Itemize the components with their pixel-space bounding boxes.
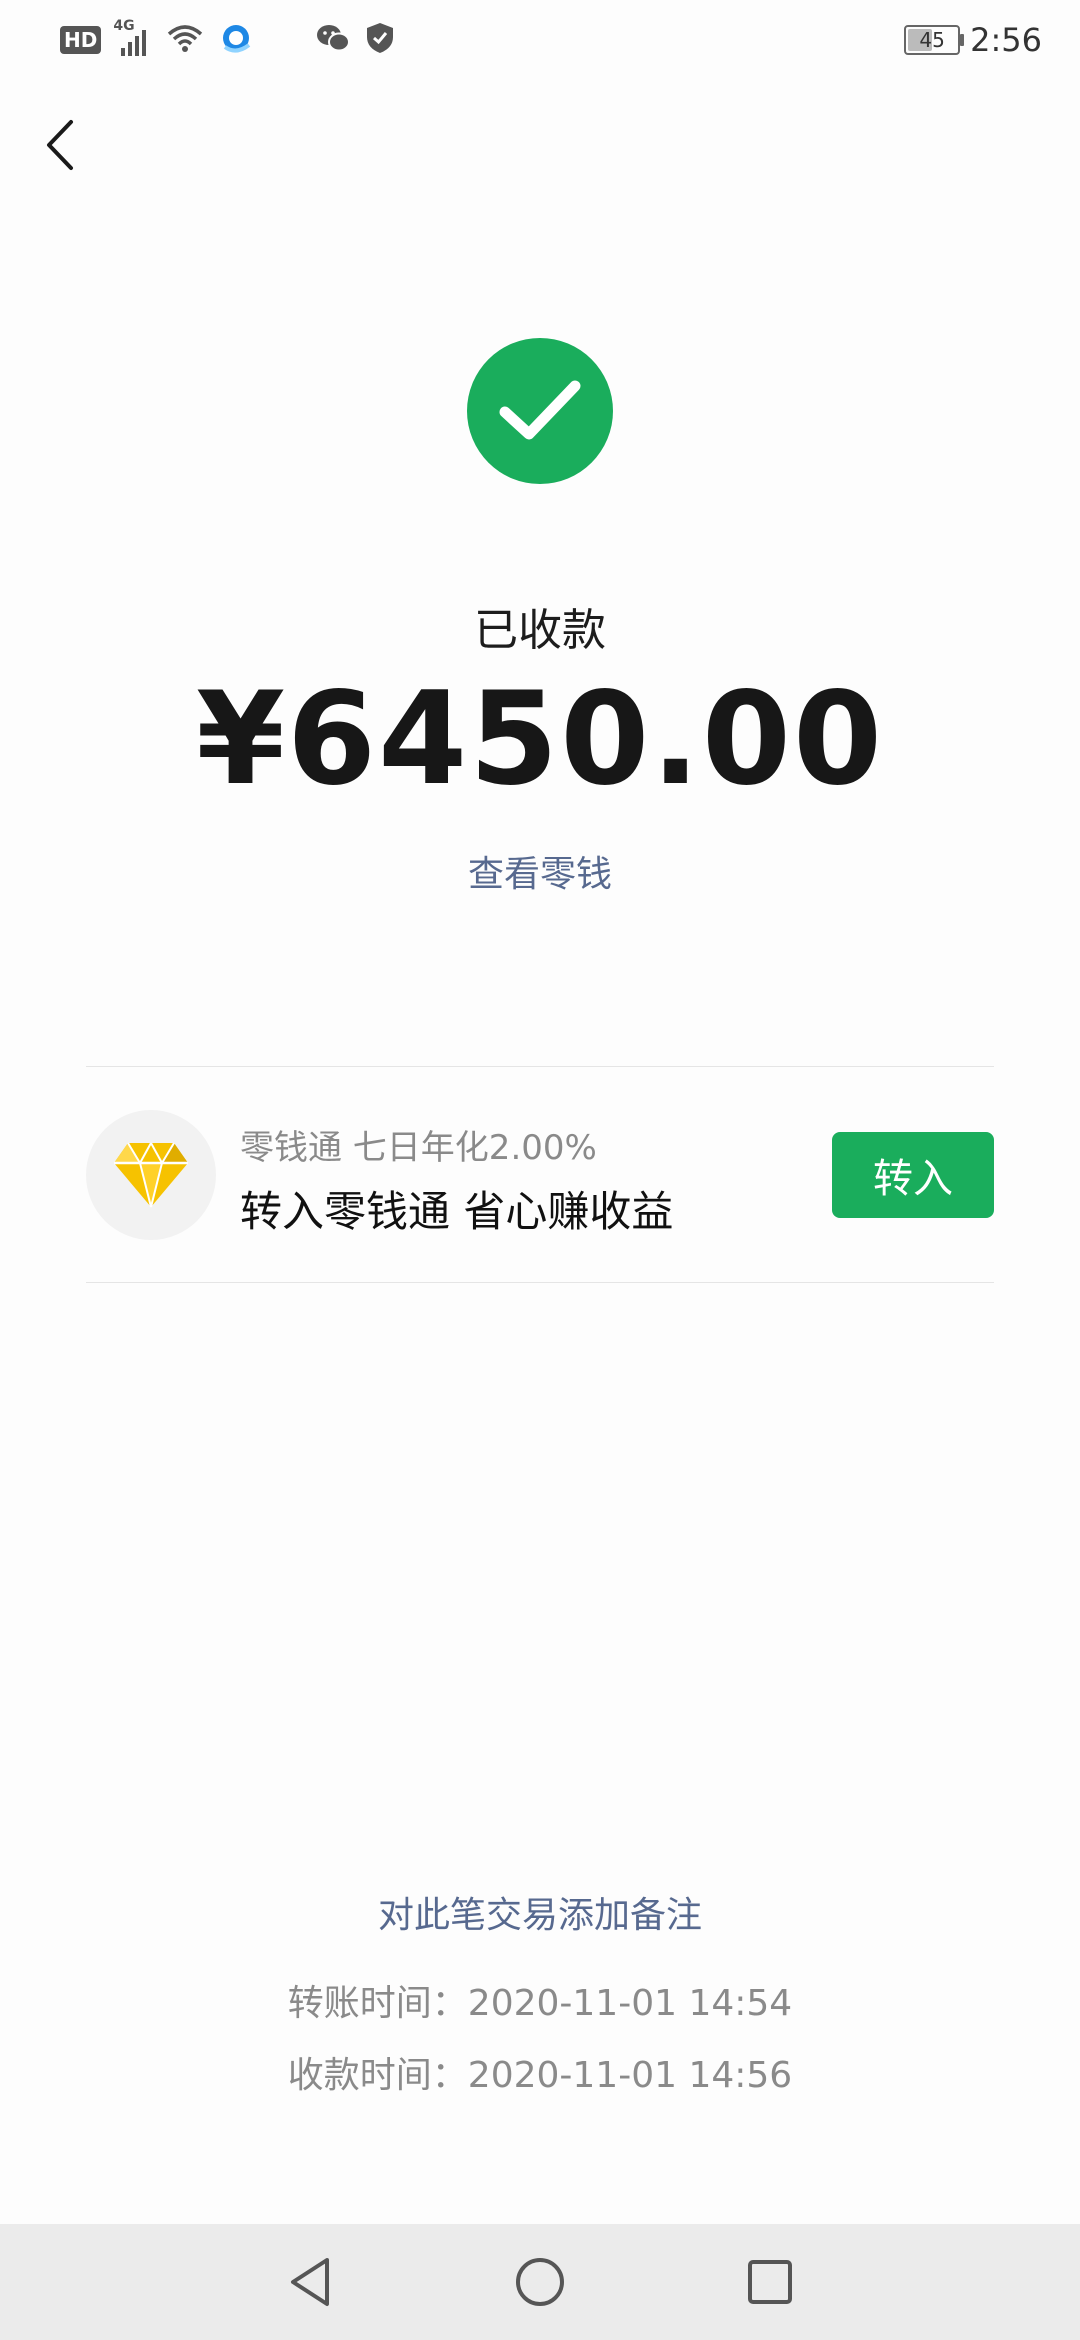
checkmark-icon	[499, 380, 581, 440]
square-recent-icon	[748, 2260, 792, 2304]
diamond-icon-wrap	[86, 1110, 216, 1240]
status-bar: HD 4G 45 2:56	[0, 0, 1080, 80]
browser-app-icon	[219, 21, 253, 59]
promo-card[interactable]: 零钱通 七日年化2.00% 转入零钱通 省心赚收益 转入	[86, 1066, 994, 1282]
chevron-left-icon	[47, 120, 73, 170]
nav-recent-button[interactable]	[734, 2246, 806, 2318]
view-balance-link[interactable]: 查看零钱	[0, 845, 1080, 897]
receipt-amount: ¥6450.00	[195, 665, 885, 814]
signal-icon: 4G	[113, 18, 151, 56]
triangle-back-icon	[291, 2258, 329, 2306]
transfer-time: 转账时间：2020-11-01 14:54	[287, 1983, 793, 2024]
nav-home-button[interactable]	[504, 2246, 576, 2318]
success-badge	[467, 338, 613, 484]
transfer-in-button[interactable]: 转入	[832, 1132, 994, 1218]
wifi-icon	[165, 22, 205, 58]
battery-icon: 45	[904, 25, 965, 55]
shield-icon	[365, 21, 395, 59]
wechat-icon	[315, 22, 351, 58]
status-bar-right: 45 2:56	[904, 18, 1042, 62]
diamond-icon	[114, 1142, 188, 1208]
status-bar-left: HD 4G	[60, 18, 395, 60]
promo-title: 转入零钱通 省心赚收益	[240, 1187, 674, 1236]
status-time: 2:56	[970, 21, 1042, 59]
receipt-status: 已收款	[474, 605, 606, 656]
promo-subtitle: 零钱通 七日年化2.00%	[240, 1128, 597, 1168]
circle-home-icon	[516, 2258, 564, 2306]
battery-level: 45	[919, 28, 945, 52]
back-button[interactable]	[30, 110, 90, 180]
nav-back-button[interactable]	[274, 2246, 346, 2318]
navigation-bar	[0, 2224, 1080, 2340]
receive-time: 收款时间：2020-11-01 14:56	[287, 2055, 793, 2096]
hd-badge: HD	[60, 26, 102, 54]
add-note-link[interactable]: 对此笔交易添加备注	[0, 1886, 1080, 1938]
promo-bottom-divider	[86, 1282, 994, 1283]
